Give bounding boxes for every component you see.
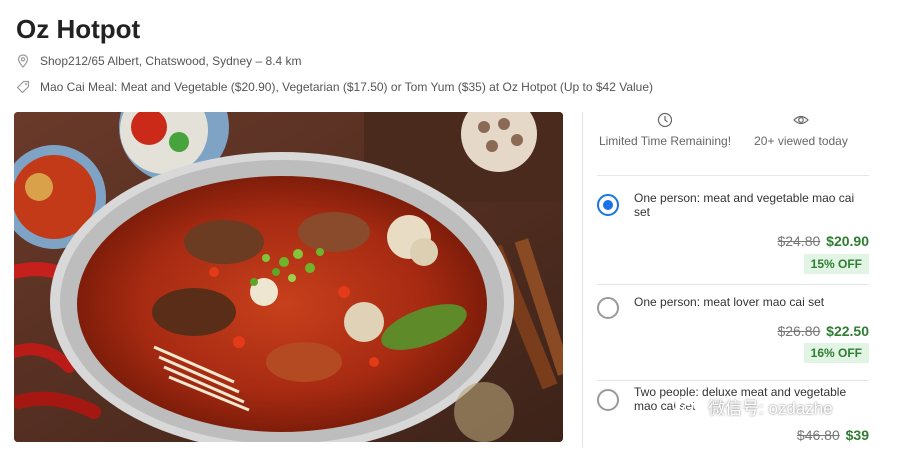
option-3-price: $46.80 $39 (797, 427, 869, 443)
deal-photo[interactable] (14, 112, 563, 442)
views-label: 20+ viewed today (754, 134, 848, 148)
watermark: 微信号: ozdazhe (672, 394, 833, 419)
deal-row: Mao Cai Meal: Meat and Vegetable ($20.90… (16, 80, 653, 94)
wechat-icon (672, 395, 700, 417)
option-2-price: $26.80 $22.50 (777, 323, 869, 339)
views-stat: 20+ viewed today (733, 112, 869, 175)
address-text[interactable]: Shop212/65 Albert, Chatswood, Sydney – 8… (40, 54, 302, 68)
location-pin-icon (17, 54, 29, 68)
option-1-discount-badge: 15% OFF (803, 254, 869, 274)
eye-icon (793, 115, 809, 125)
option-1-new-price: $20.90 (826, 233, 869, 249)
option-1-price: $24.80 $20.90 (777, 233, 869, 249)
option-2-new-price: $22.50 (826, 323, 869, 339)
hotpot-image (14, 112, 563, 442)
option-2-discount-badge: 16% OFF (803, 343, 869, 363)
option-1-old-price: $24.80 (777, 233, 821, 249)
option-1[interactable]: One person: meat and vegetable mao cai s… (597, 182, 869, 285)
watermark-text: 微信号: ozdazhe (708, 399, 833, 418)
tag-icon (16, 80, 30, 94)
time-remaining-stat: Limited Time Remaining! (597, 112, 733, 175)
option-2-old-price: $26.80 (777, 323, 821, 339)
option-2[interactable]: One person: meat lover mao cai set $26.8… (597, 285, 869, 381)
clock-icon (657, 112, 673, 128)
deal-stats: Limited Time Remaining! 20+ viewed today (597, 112, 869, 176)
option-1-radio[interactable] (597, 194, 619, 216)
option-2-name: One person: meat lover mao cai set (634, 295, 825, 309)
time-remaining-label: Limited Time Remaining! (598, 134, 732, 148)
page-title: Oz Hotpot (16, 14, 141, 44)
option-1-name: One person: meat and vegetable mao cai s… (634, 191, 855, 219)
option-3-old-price: $46.80 (796, 427, 840, 443)
option-2-radio[interactable] (597, 297, 619, 319)
option-3-new-price: $39 (845, 427, 869, 443)
option-3-radio[interactable] (597, 389, 619, 411)
address-row: Shop212/65 Albert, Chatswood, Sydney – 8… (16, 54, 302, 68)
deal-description: Mao Cai Meal: Meat and Vegetable ($20.90… (40, 80, 654, 94)
